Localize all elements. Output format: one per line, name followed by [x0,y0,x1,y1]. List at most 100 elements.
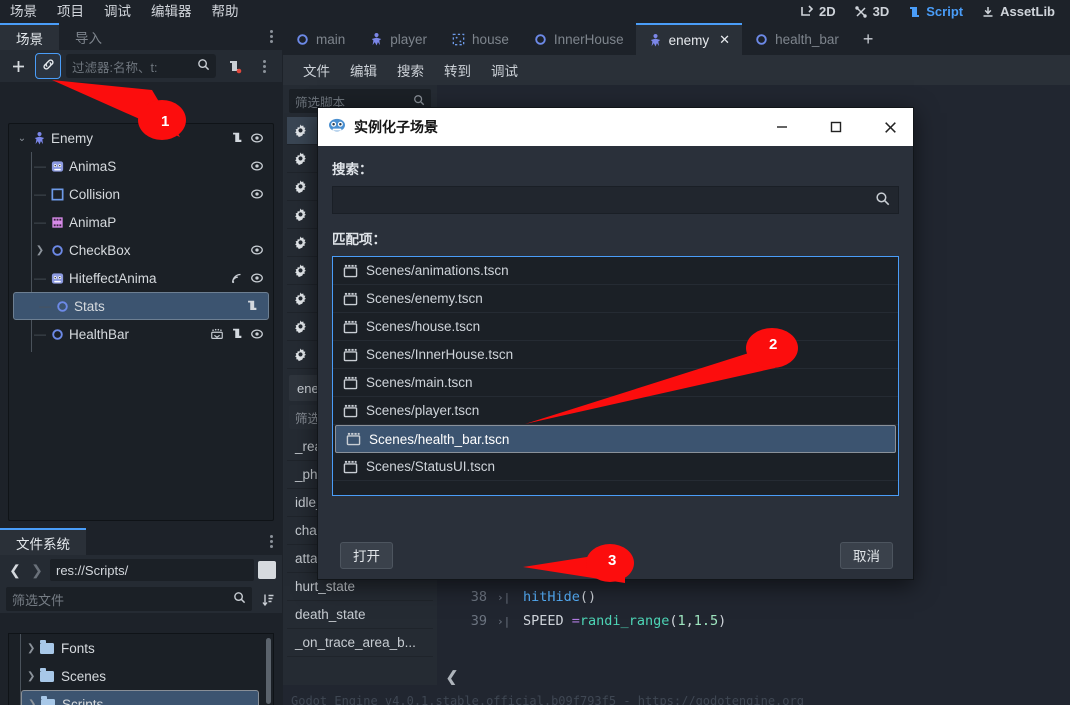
cancel-button[interactable]: 取消 [840,541,893,569]
tab-health_bar[interactable]: health_bar [742,23,851,55]
chevron-right-icon[interactable]: ❯ [28,699,41,705]
dialog-match-row[interactable]: Scenes/InnerHouse.tscn [333,341,898,369]
scene-tree-signal-icon[interactable] [227,271,247,285]
script-member-item[interactable]: death_state [287,601,433,629]
eye-icon [250,159,264,173]
scene-tree-eye-icon[interactable] [247,327,267,341]
filesystem-menu-button[interactable] [260,528,282,555]
script-menu-edit[interactable]: 编辑 [340,60,387,80]
mode-button-2d[interactable]: 2D [791,0,845,23]
filesystem-folder-label: Scenes [61,668,107,684]
menu-item-help[interactable]: 帮助 [202,0,249,23]
fold-indent-marker: ›| [497,614,511,628]
scene-tree-script-icon[interactable] [242,299,262,313]
tab-type-icon [648,33,663,48]
chevron-right-icon[interactable]: ❯ [33,245,47,256]
tab-scene[interactable]: 场景 [0,23,59,50]
instance-child-scene-button[interactable] [35,53,61,79]
chevron-down-icon[interactable]: ⌄ [15,133,29,144]
dialog-search-input[interactable] [332,186,899,214]
menu-item-editor[interactable]: 编辑器 [141,0,202,23]
vertical-dots-icon [269,30,273,43]
scene-tree[interactable]: ⌄ Enemy — AnimaS — Collision — AnimaP ❯ CheckBox —… [8,123,274,521]
filesystem-path-input[interactable]: res://Scripts/ [50,559,254,581]
add-node-button[interactable] [6,54,30,78]
tab-import[interactable]: 导入 [59,23,118,50]
folder-icon [41,695,55,705]
chevron-right-icon[interactable]: ❯ [27,643,40,654]
sort-icon[interactable] [258,592,276,607]
back-button[interactable]: ❮ [6,559,24,581]
dialog-match-row[interactable]: Scenes/house.tscn [333,313,898,341]
code-line[interactable]: 38 ›| hitHide() [437,585,1070,609]
filesystem-folder-scripts[interactable]: ❯ Scripts [21,690,259,705]
scene-tree-node-animap[interactable]: — AnimaP [9,208,273,236]
mode-button-script[interactable]: Script [898,0,972,23]
tab-enemy[interactable]: enemy ✕ [635,23,743,55]
scene-filter-input[interactable]: 过滤器:名称、t: [66,54,216,78]
filesystem-scrollbar[interactable] [266,638,271,704]
collision-icon [50,187,65,202]
dialog-match-row[interactable]: Scenes/main.tscn [333,369,898,397]
menu-item-debug[interactable]: 调试 [94,0,141,23]
scene-tree-script-icon[interactable] [227,327,247,341]
tab-house[interactable]: house [439,23,521,55]
filesystem-folder-scenes[interactable]: ❯ Scenes [9,662,273,690]
dialog-minimize-button[interactable] [759,108,805,146]
menu-item-project[interactable]: 项目 [47,0,94,23]
dialog-match-row[interactable]: Scenes/enemy.tscn [333,285,898,313]
split-view-icon[interactable] [258,561,276,579]
script-menu-goto[interactable]: 转到 [434,60,481,80]
scene-file-icon [343,376,358,390]
filesystem-toolbar: ❮ ❯ res://Scripts/ [0,555,282,585]
dialog-close-button[interactable] [867,108,913,146]
health-bar-scene-row[interactable]: Scenes/health_bar.tscn [335,425,896,453]
dialog-match-row[interactable]: Scenes/StatusUI.tscn [333,453,898,481]
menu-item-scene[interactable]: 场景 [0,0,47,23]
scene-panel-menu-button[interactable] [260,23,282,50]
script-menu-debug[interactable]: 调试 [481,60,528,80]
dialog-maximize-button[interactable] [813,108,859,146]
forward-button[interactable]: ❯ [28,559,46,581]
tab-main[interactable]: main [283,23,357,55]
mode-button-3d[interactable]: 3D [845,0,899,23]
mode-button-assetlib[interactable]: AssetLib [972,0,1064,23]
scene-tree-eye-icon[interactable] [247,159,267,173]
open-button[interactable]: 打开 [340,541,393,569]
filesystem-folder-fonts[interactable]: ❯ Fonts [9,634,273,662]
scene-tree-eye-icon[interactable] [247,271,267,285]
scene-tree-eye-icon[interactable] [247,243,267,257]
chevron-right-icon[interactable]: ❯ [27,671,40,682]
script-member-item[interactable]: _on_trace_area_b... [287,629,433,657]
tab-player[interactable]: player [357,23,439,55]
scene-tree-menu-button[interactable] [252,54,276,78]
status-bar: Godot Engine v4.0.1.stable.official.b09f… [283,685,1070,705]
scene-tree-eye-icon[interactable] [247,187,267,201]
tab-filesystem[interactable]: 文件系统 [0,528,86,555]
gear-icon [293,291,308,306]
scene-tree-eye-icon[interactable] [247,131,267,145]
code-line[interactable]: 39 ›| SPEED =randi_range(1,1.5) [437,609,1070,633]
scene-tree-node-collision[interactable]: — Collision [9,180,273,208]
scene-tree-node-checkbox[interactable]: ❯ CheckBox [9,236,273,264]
scene-tree-node-animas[interactable]: — AnimaS [9,152,273,180]
scene-tree-script-icon[interactable] [227,131,247,145]
detach-script-button[interactable] [222,54,246,78]
dialog-match-row[interactable]: Scenes/animations.tscn [333,257,898,285]
filesystem-tree[interactable]: ❯ Fonts ❯ Scenes ❯ Scripts [8,633,274,705]
dialog-match-list[interactable]: Scenes/animations.tscn Scenes/enemy.tscn S… [332,256,899,496]
dialog-titlebar[interactable]: 实例化子场景 [318,108,913,146]
scene-tree-anim-icon[interactable] [207,327,227,341]
dialog-match-row[interactable]: Scenes/player.tscn [333,397,898,425]
close-icon[interactable]: ✕ [719,32,730,48]
scene-tree-node-stats[interactable]: — Stats [13,292,269,320]
add-scene-tab-button[interactable]: + [851,23,886,55]
scene-tree-node-hiteffectanima[interactable]: — HiteffectAnima [9,264,273,292]
scene-tree-node-enemy[interactable]: ⌄ Enemy [9,124,273,152]
instantiate-child-scene-dialog: 实例化子场景 搜索： 匹配项： Scenes/animations.tscn Sc… [317,107,914,580]
script-menu-file[interactable]: 文件 [293,60,340,80]
tab-InnerHouse[interactable]: InnerHouse [521,23,636,55]
scene-tree-node-healthbar[interactable]: — HealthBar [9,320,273,348]
script-menu-search[interactable]: 搜索 [387,60,434,80]
filesystem-filter-input[interactable]: 筛选文件 [6,587,252,611]
